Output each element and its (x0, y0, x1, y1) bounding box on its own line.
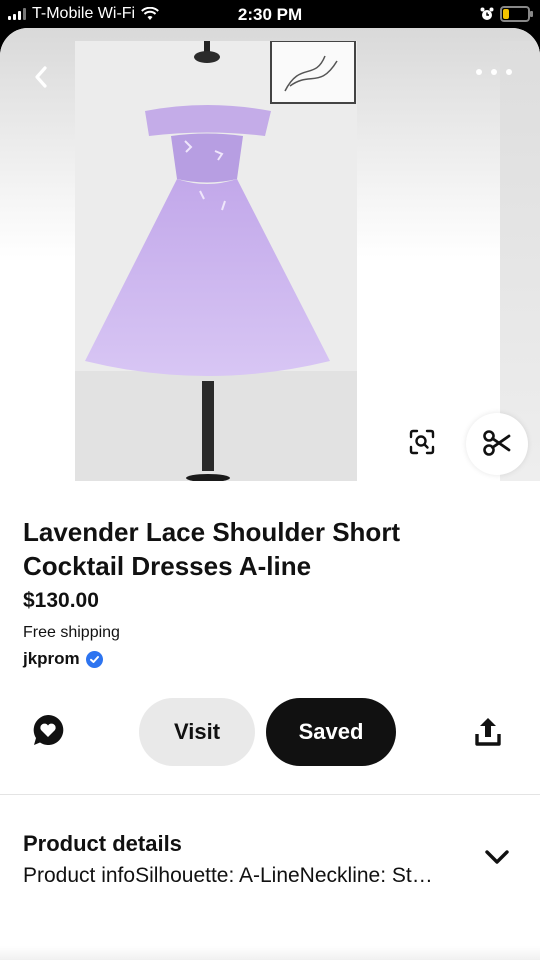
back-button[interactable] (22, 58, 62, 98)
battery-fill (503, 9, 509, 19)
dress-photo[interactable] (75, 41, 357, 481)
verified-badge-icon (85, 650, 103, 668)
seller-link[interactable]: jkprom (23, 649, 103, 669)
pin-price: $130.00 (23, 589, 99, 612)
dress-illustration (75, 41, 357, 481)
comment-button[interactable] (30, 712, 66, 748)
product-details-summary: Product infoSilhouette: A-LineNeckline: … (23, 864, 433, 887)
battery-icon (500, 6, 533, 22)
bottom-shade (0, 946, 540, 960)
alarm-icon (480, 7, 494, 20)
saved-button[interactable]: Saved (266, 698, 396, 766)
back-chevron-icon (35, 65, 47, 88)
more-dots-icon (476, 69, 482, 75)
visual-search-icon (409, 429, 435, 454)
comment-heart-icon (33, 714, 64, 745)
expand-details-button[interactable] (480, 843, 514, 873)
pin-sheet: Lavender Lace Shoulder Short Cocktail Dr… (0, 28, 540, 960)
pin-title: Lavender Lace Shoulder Short Cocktail Dr… (23, 517, 401, 581)
shipping-info: Free shipping (23, 624, 120, 641)
cut-out-button[interactable] (466, 413, 528, 475)
visit-button[interactable]: Visit (139, 698, 255, 766)
product-details-heading[interactable]: Product details (23, 831, 182, 857)
status-bar: T-Mobile Wi-Fi 2:30 PM (0, 0, 540, 30)
share-button[interactable] (470, 714, 506, 750)
section-divider (0, 794, 540, 795)
visual-search-button[interactable] (402, 423, 442, 463)
status-time: 2:30 PM (237, 5, 303, 24)
more-options-button[interactable] (474, 60, 514, 84)
share-icon (475, 718, 501, 746)
status-right (480, 6, 533, 22)
scissors-icon (483, 429, 511, 456)
seller-name[interactable]: jkprom (23, 649, 80, 669)
chevron-down-icon (485, 849, 509, 864)
